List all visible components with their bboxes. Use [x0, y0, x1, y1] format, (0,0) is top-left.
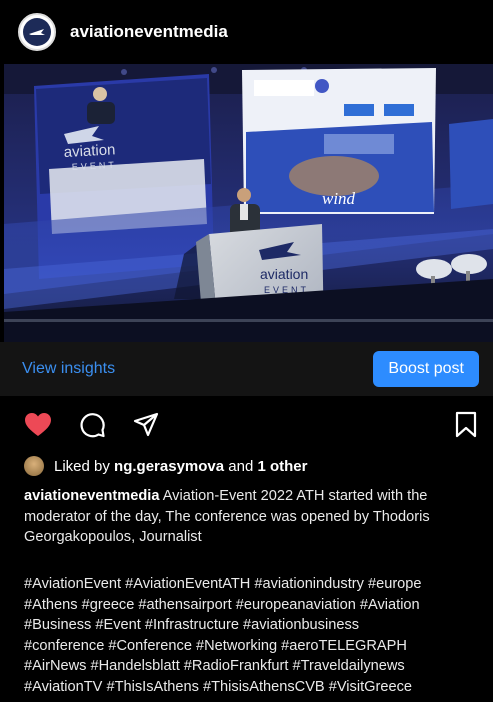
profile-avatar[interactable] [18, 13, 56, 51]
likes-summary[interactable]: Liked by ng.gerasymova and 1 other [24, 456, 307, 476]
heart-icon[interactable] [24, 412, 52, 438]
view-insights-link[interactable]: View insights [22, 360, 115, 378]
hashtag-line[interactable]: #Athens #greece #athensairport #european… [24, 595, 489, 616]
slide-word: wind [322, 189, 356, 208]
likes-and: and [228, 457, 254, 475]
hashtag-line[interactable]: #Business #Event #Infrastructure #aviati… [24, 615, 489, 636]
hashtag-line[interactable]: #AirNews #Handelsblatt #RadioFrankfurt #… [24, 656, 489, 677]
caption-author[interactable]: aviationeventmedia [24, 488, 159, 504]
insights-bar: View insights Boost post [0, 342, 493, 396]
screen-brand-text: aviation [63, 141, 116, 161]
hashtags: #AviationEvent #AviationEventATH #aviati… [24, 574, 489, 697]
event-stage-image: aviation EVENT wind aviation EVENT [4, 64, 493, 342]
post-actions [0, 406, 493, 446]
likes-others[interactable]: 1 other [257, 458, 307, 475]
likes-prefix: Liked by [54, 457, 110, 475]
share-icon[interactable] [132, 411, 160, 439]
logo-icon [23, 18, 51, 46]
post-header: aviationeventmedia [0, 0, 493, 64]
bookmark-icon[interactable] [454, 411, 478, 439]
liker-username[interactable]: ng.gerasymova [114, 458, 224, 475]
hashtag-line[interactable]: #conference #Conference #Networking #aer… [24, 636, 489, 657]
hashtag-line[interactable]: #AviationTV #ThisIsAthens #ThisisAthensC… [24, 677, 489, 698]
username[interactable]: aviationeventmedia [70, 22, 228, 42]
hashtag-line[interactable]: #AviationEvent #AviationEventATH #aviati… [24, 574, 489, 595]
liker-avatar [24, 456, 44, 476]
boost-post-button[interactable]: Boost post [373, 351, 479, 387]
comment-icon[interactable] [78, 411, 106, 439]
podium-brand-text: aviation [260, 266, 308, 282]
post-caption: aviationeventmedia Aviation-Event 2022 A… [24, 486, 484, 548]
post-photo[interactable]: aviation EVENT wind aviation EVENT [4, 64, 493, 342]
